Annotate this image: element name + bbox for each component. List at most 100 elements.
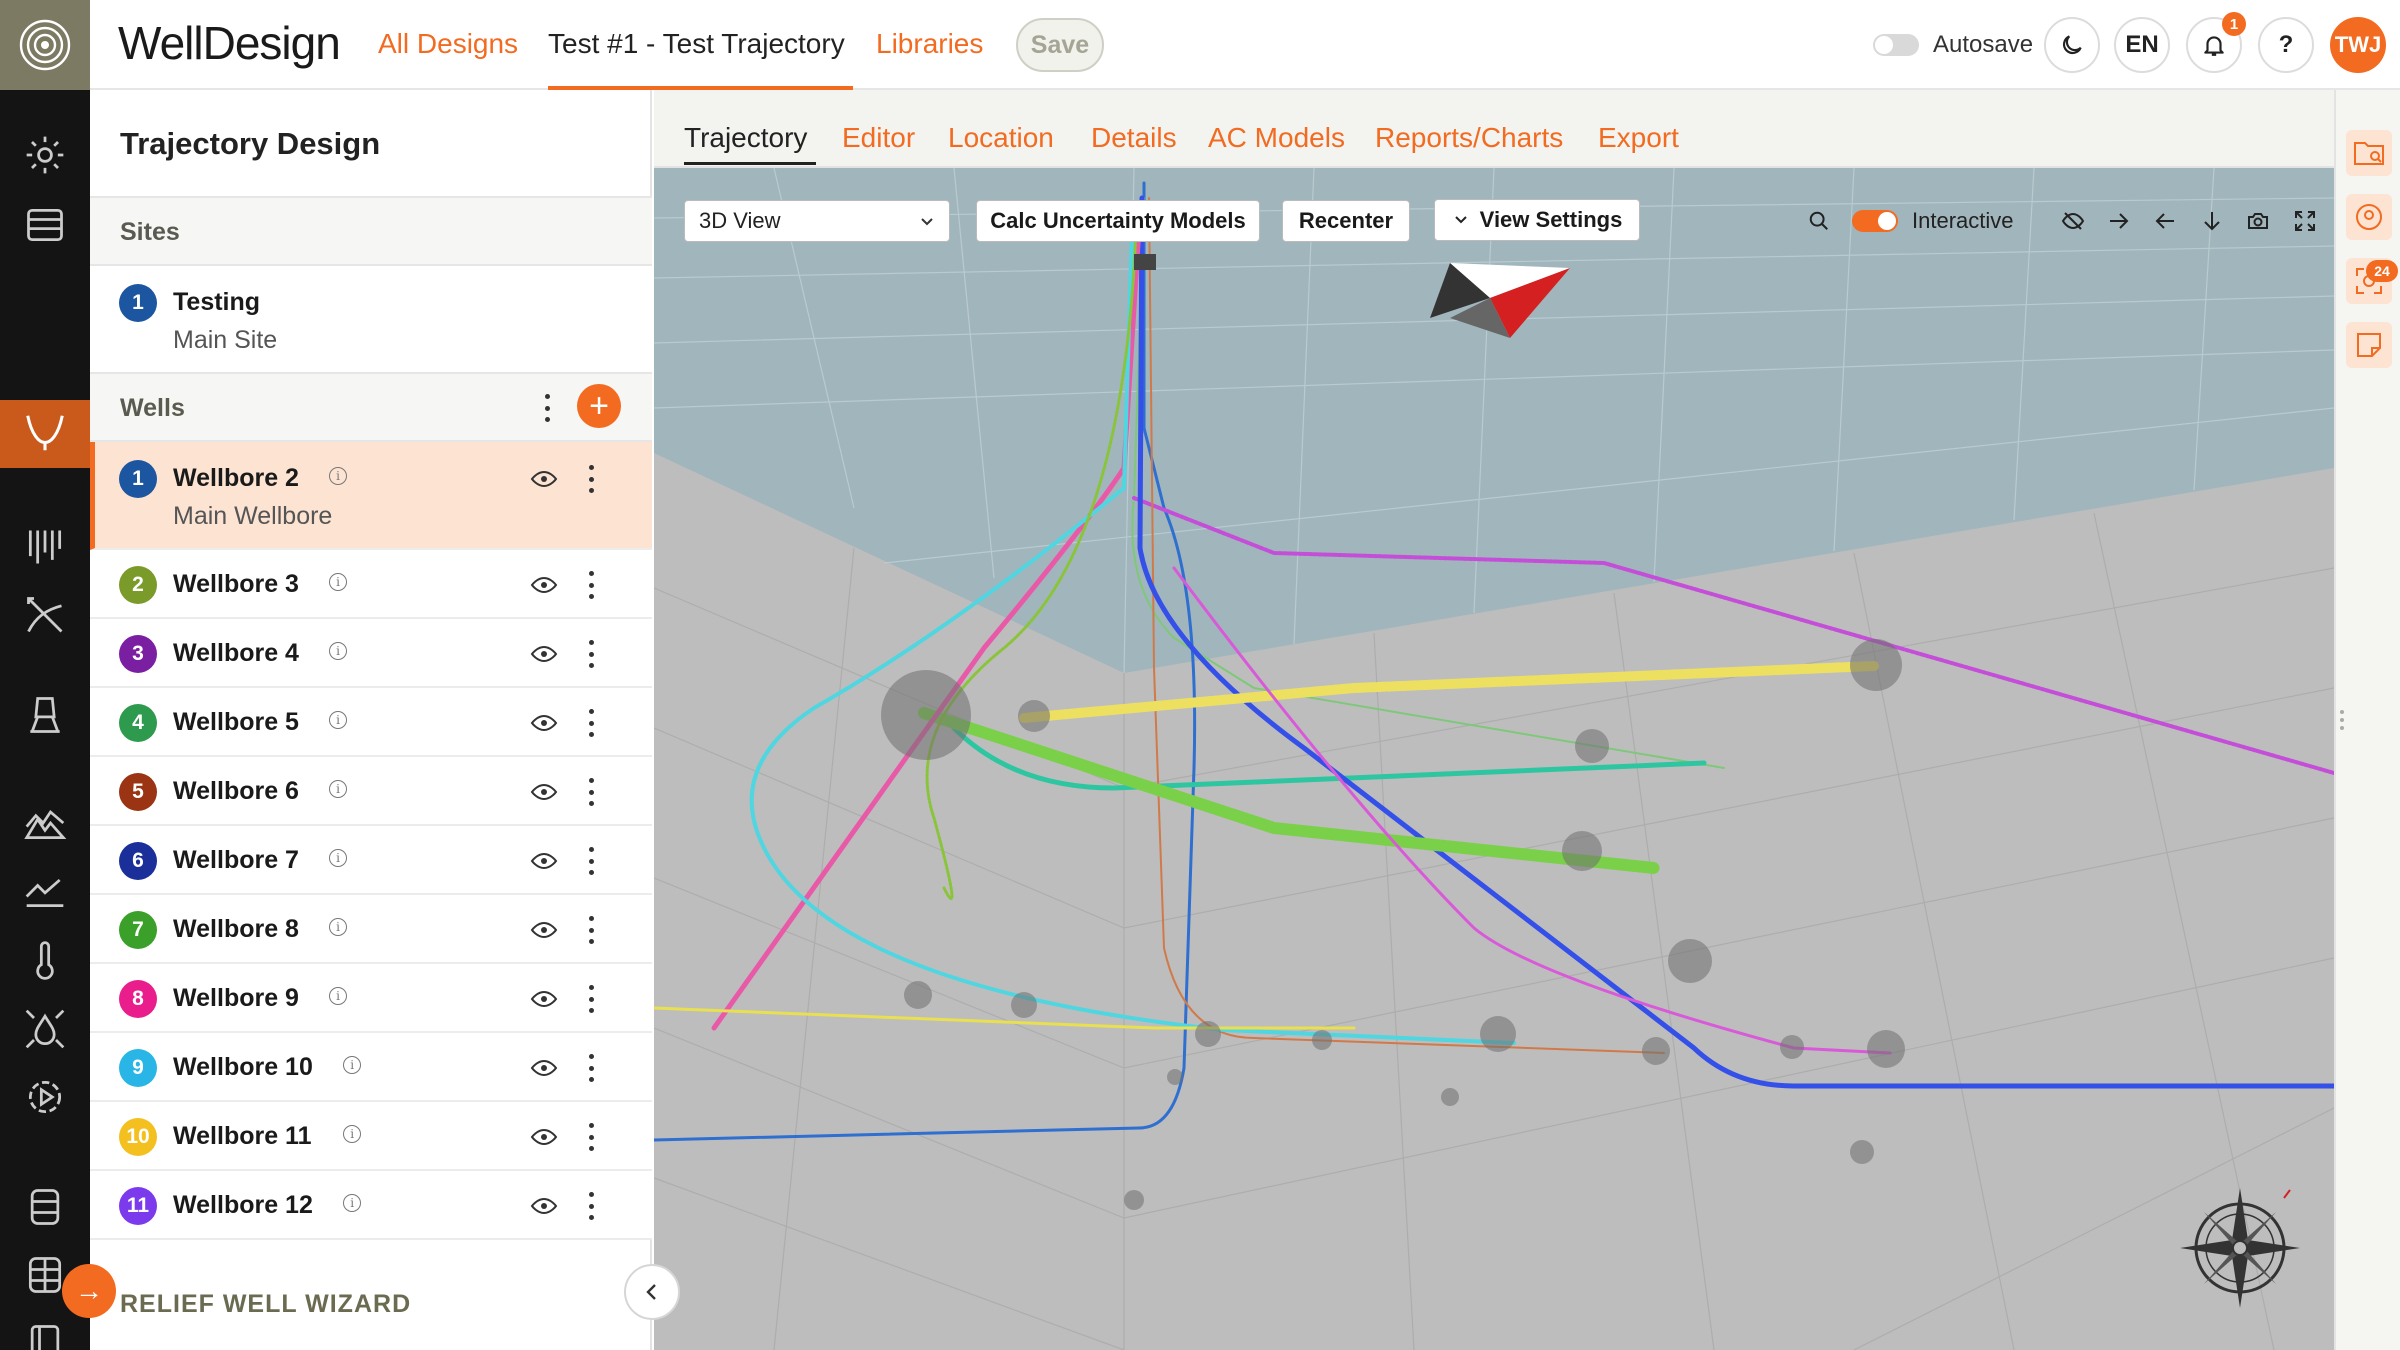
well-row[interactable]: 9 Wellbore 10 i [90, 1033, 652, 1102]
view-right-button[interactable] [2104, 206, 2134, 236]
eye-icon[interactable] [530, 714, 558, 732]
info-icon[interactable]: i [329, 467, 347, 485]
trajectory-icon[interactable] [20, 408, 70, 458]
eye-icon[interactable] [530, 852, 558, 870]
eye-icon[interactable] [530, 1059, 558, 1077]
panel-resize-handle[interactable] [2340, 710, 2348, 730]
autosave-toggle[interactable] [1873, 34, 1919, 56]
language-button[interactable]: EN [2114, 17, 2170, 73]
3d-viewport[interactable]: 3D View Calc Uncertainty Models Recenter… [654, 168, 2334, 1350]
tab-export[interactable]: Export [1598, 122, 1679, 154]
save-button[interactable]: Save [1016, 18, 1104, 72]
help-button[interactable]: ? [2258, 17, 2314, 73]
user-avatar[interactable]: TWJ [2330, 17, 2386, 73]
well-menu-button[interactable] [587, 1123, 595, 1151]
well-menu-button[interactable] [587, 778, 595, 806]
well-row[interactable]: 1 Wellbore 2 Main Wellbore i [90, 442, 652, 550]
tab-location[interactable]: Location [948, 122, 1054, 154]
hide-button[interactable] [2058, 206, 2088, 236]
chevron-left-icon [646, 1284, 656, 1300]
thermometer-icon[interactable] [20, 936, 70, 986]
tab-details[interactable]: Details [1091, 122, 1177, 154]
settings-icon[interactable] [20, 130, 70, 180]
well-row[interactable]: 4 Wellbore 5 i [90, 688, 652, 757]
expand-wizard-button[interactable]: → [62, 1264, 116, 1318]
chart-icon[interactable] [20, 866, 70, 916]
eye-icon[interactable] [530, 990, 558, 1008]
well-row[interactable]: 11 Wellbore 12 i [90, 1171, 652, 1240]
rig-icon[interactable] [20, 690, 70, 740]
screenshot-button[interactable] [2243, 206, 2273, 236]
fullscreen-button[interactable] [2290, 206, 2320, 236]
well-row[interactable]: 8 Wellbore 9 i [90, 964, 652, 1033]
well-menu-button[interactable] [587, 1192, 595, 1220]
recenter-button[interactable]: Recenter [1282, 200, 1410, 242]
info-icon[interactable]: i [329, 573, 347, 591]
tab-reports-charts[interactable]: Reports/Charts [1375, 122, 1563, 154]
well-menu-button[interactable] [587, 985, 595, 1013]
well-menu-button[interactable] [587, 640, 595, 668]
eye-icon[interactable] [530, 470, 558, 488]
info-icon[interactable]: i [329, 987, 347, 1005]
search-tool-button[interactable] [1804, 206, 1834, 236]
well-menu-button[interactable] [587, 916, 595, 944]
view-left-button[interactable] [2150, 206, 2180, 236]
relief-well-wizard-link[interactable]: RELIEF WELL WIZARD [120, 1290, 411, 1319]
dark-mode-button[interactable] [2044, 17, 2100, 73]
well-menu-button[interactable] [587, 465, 595, 493]
tab-ac-models[interactable]: AC Models [1208, 122, 1345, 154]
site-item[interactable]: 1 Testing Main Site [90, 266, 652, 374]
info-icon[interactable]: i [329, 918, 347, 936]
eye-icon[interactable] [530, 783, 558, 801]
eye-icon[interactable] [530, 1197, 558, 1215]
terrain-icon[interactable] [20, 798, 70, 848]
info-icon[interactable]: i [329, 642, 347, 660]
sticky-note-button[interactable] [2346, 322, 2392, 368]
well-row[interactable]: 6 Wellbore 7 i [90, 826, 652, 895]
collapse-panel-button[interactable] [624, 1264, 680, 1320]
tab-trajectory[interactable]: Trajectory [684, 122, 807, 154]
info-icon[interactable]: i [329, 711, 347, 729]
wells-menu-button[interactable] [543, 394, 551, 422]
nav-current-design[interactable]: Test #1 - Test Trajectory [548, 28, 845, 60]
well-menu-button[interactable] [587, 847, 595, 875]
info-icon[interactable]: i [329, 849, 347, 867]
path-icon[interactable] [20, 590, 70, 640]
seismic-icon[interactable] [20, 522, 70, 572]
interactive-toggle[interactable] [1852, 210, 1898, 232]
well-row[interactable]: 3 Wellbore 4 i [90, 619, 652, 688]
calc-uncertainty-button[interactable]: Calc Uncertainty Models [976, 200, 1260, 242]
location-pin-button[interactable] [2346, 194, 2392, 240]
tab-editor[interactable]: Editor [842, 122, 915, 154]
gear-play-icon[interactable] [20, 1072, 70, 1122]
well-row[interactable]: 7 Wellbore 8 i [90, 895, 652, 964]
nav-all-designs[interactable]: All Designs [378, 28, 518, 60]
eye-icon[interactable] [530, 576, 558, 594]
app-logo[interactable] [0, 0, 90, 90]
folder-search-button[interactable] [2346, 130, 2392, 176]
eye-icon[interactable] [530, 1128, 558, 1146]
well-row[interactable]: 5 Wellbore 6 i [90, 757, 652, 826]
info-icon[interactable]: i [343, 1194, 362, 1212]
eye-icon[interactable] [530, 645, 558, 663]
well-menu-button[interactable] [587, 1054, 595, 1082]
view-down-button[interactable] [2197, 206, 2227, 236]
info-icon[interactable]: i [343, 1125, 362, 1143]
drops-icon[interactable] [20, 1004, 70, 1054]
well-menu-button[interactable] [587, 709, 595, 737]
well-menu-button[interactable] [587, 571, 595, 599]
book-icon[interactable] [20, 1318, 70, 1350]
nav-libraries[interactable]: Libraries [876, 28, 983, 60]
add-well-button[interactable]: + [577, 384, 621, 428]
view-mode-select[interactable]: 3D View [684, 200, 950, 242]
info-icon[interactable]: i [343, 1056, 362, 1074]
well-row[interactable]: 10 Wellbore 11 i [90, 1102, 652, 1171]
scene-canvas[interactable] [654, 168, 2334, 1350]
well-row[interactable]: 2 Wellbore 3 i [90, 550, 652, 619]
eye-icon[interactable] [530, 921, 558, 939]
stack-icon[interactable] [20, 1182, 70, 1232]
layers-icon[interactable] [20, 200, 70, 250]
view-settings-button[interactable]: View Settings [1434, 199, 1640, 241]
notification-badge: 1 [2222, 12, 2246, 36]
info-icon[interactable]: i [329, 780, 347, 798]
